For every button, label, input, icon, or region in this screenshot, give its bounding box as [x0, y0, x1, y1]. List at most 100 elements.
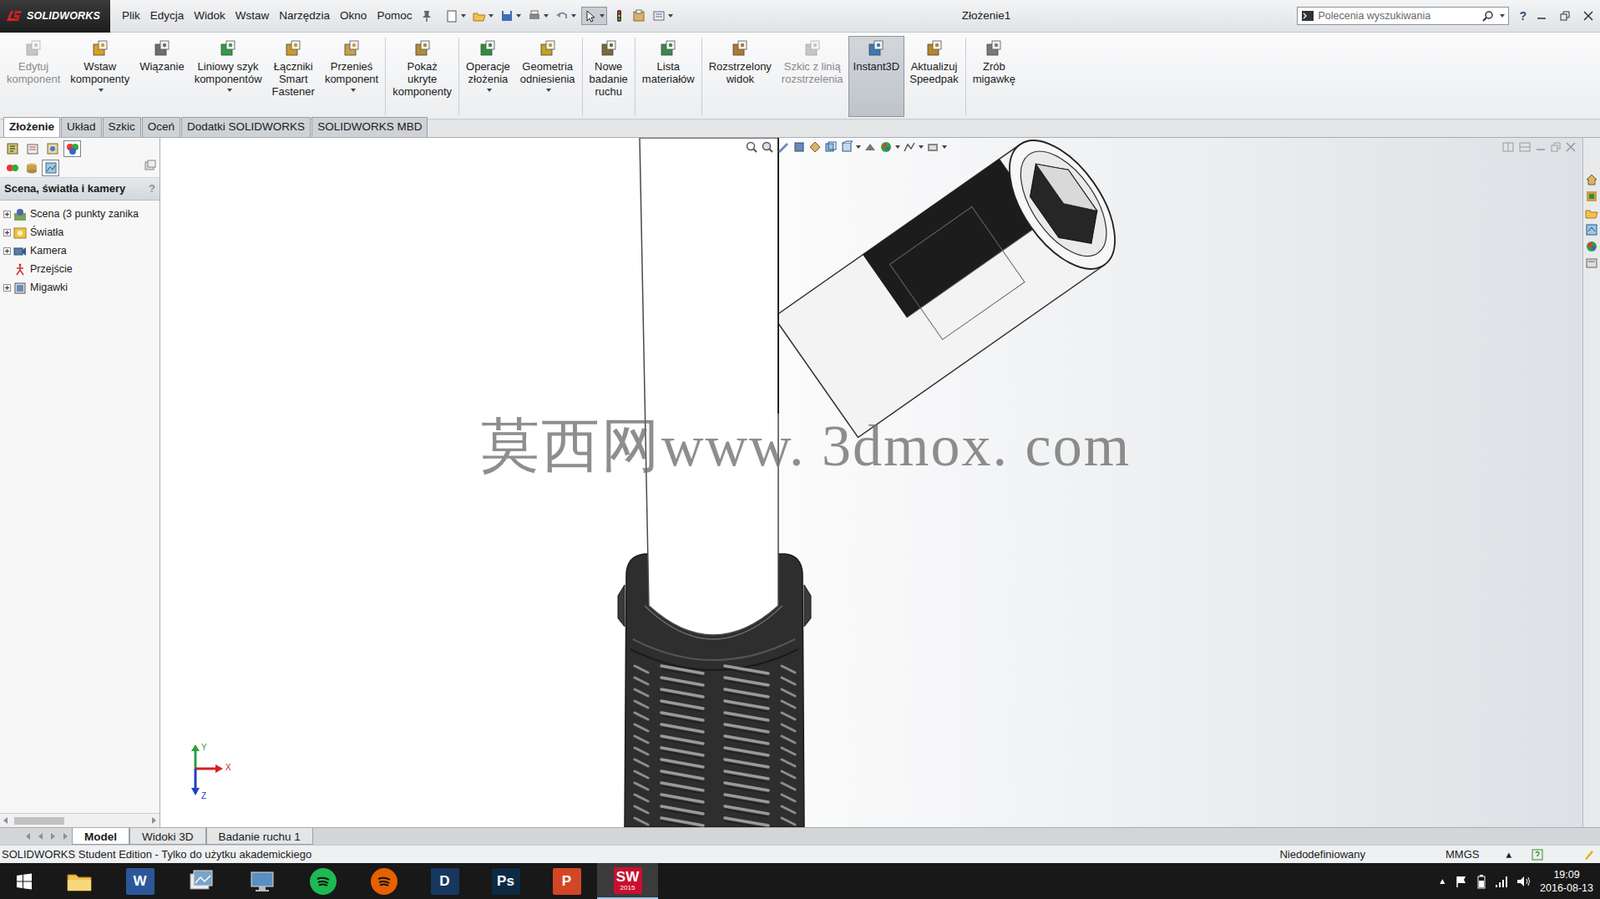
menu-item[interactable]: Narzędzia: [273, 5, 335, 26]
tab-scroll-arrow[interactable]: [59, 827, 72, 845]
tree-item[interactable]: Światła: [0, 223, 160, 243]
task-pane-icon[interactable]: [1584, 256, 1599, 270]
close-icon[interactable]: [1583, 10, 1594, 21]
taskbar-app[interactable]: [231, 862, 293, 899]
toolbar-button[interactable]: [470, 7, 496, 25]
search-box[interactable]: [1296, 6, 1509, 26]
ribbon-button[interactable]: Przenieśkomponent: [319, 35, 384, 117]
ribbon-button[interactable]: AktualizujSpeedpak: [904, 35, 964, 117]
taskbar-app[interactable]: W: [109, 862, 171, 899]
taskbar-app[interactable]: P: [536, 862, 598, 899]
taskbar-app[interactable]: [353, 862, 415, 899]
command-tab[interactable]: Złożenie: [3, 116, 61, 137]
horizontal-scrollbar[interactable]: [0, 812, 160, 827]
battery-icon[interactable]: [1476, 873, 1487, 889]
split-view-icon[interactable]: [1502, 141, 1514, 152]
view-tool-button[interactable]: [824, 140, 838, 154]
view-tool-button[interactable]: [926, 140, 947, 154]
toolbar-button[interactable]: [526, 7, 551, 25]
viewport-restore-icon[interactable]: [1550, 141, 1561, 152]
view-tool-button[interactable]: [840, 140, 861, 154]
units-arrow[interactable]: ▴: [1505, 845, 1512, 863]
search-input[interactable]: [1317, 8, 1479, 25]
status-help-icon[interactable]: [1531, 848, 1544, 861]
taskbar-app[interactable]: [48, 862, 110, 899]
tube-part[interactable]: [639, 137, 783, 639]
view-tool-button[interactable]: [776, 140, 790, 154]
action-center-flag-icon[interactable]: [1454, 874, 1469, 888]
tab-scroll-arrow[interactable]: [34, 827, 47, 845]
tree-item[interactable]: Scena (3 punkty zanika: [0, 205, 160, 224]
socket-part[interactable]: [774, 137, 1137, 438]
panel-filter[interactable]: [22, 159, 41, 177]
menu-item[interactable]: Pomoc: [371, 5, 417, 26]
minimize-icon[interactable]: [1536, 10, 1547, 21]
expand-toggle[interactable]: [3, 210, 11, 218]
model-tab[interactable]: Badanie ruchu 1: [206, 827, 314, 845]
start-button[interactable]: [0, 862, 49, 899]
clock[interactable]: 19:092016-08-13: [1539, 867, 1594, 895]
panel-tab[interactable]: [3, 140, 21, 157]
expand-toggle[interactable]: [3, 247, 11, 255]
dropdown-arrow[interactable]: [486, 88, 492, 92]
command-tab[interactable]: Szkic: [102, 116, 142, 137]
menu-item[interactable]: Plik: [116, 5, 146, 26]
view-tool-button[interactable]: [902, 140, 924, 154]
task-pane-icon[interactable]: [1584, 172, 1599, 187]
ribbon-button[interactable]: Listamateriałów: [637, 35, 700, 117]
panel-tab[interactable]: [63, 140, 82, 157]
command-tab[interactable]: Dodatki SOLIDWORKS: [181, 116, 311, 137]
ribbon-button[interactable]: Nowebadanieruchu: [584, 35, 633, 117]
menu-item[interactable]: Widok: [188, 5, 231, 26]
dropdown-arrow[interactable]: [546, 88, 552, 92]
dropdown-arrow[interactable]: [350, 88, 356, 92]
units-selector[interactable]: MMGS▴: [1445, 845, 1512, 863]
ribbon-button[interactable]: Liniowy szykkomponentów: [189, 35, 268, 117]
taskbar-app[interactable]: D: [414, 862, 476, 899]
view-tool-button[interactable]: [792, 140, 806, 154]
toolbar-button[interactable]: [650, 7, 675, 25]
panel-tab[interactable]: [23, 140, 41, 157]
volume-icon[interactable]: [1516, 874, 1532, 888]
toolbar-button[interactable]: [630, 7, 648, 25]
tree-item[interactable]: Migawki: [0, 278, 160, 298]
dropdown-arrow[interactable]: [227, 88, 233, 92]
task-pane-icon[interactable]: [1584, 206, 1599, 220]
tree-item[interactable]: Kamera: [0, 242, 160, 261]
network-icon[interactable]: [1494, 874, 1509, 888]
toolbar-button[interactable]: [498, 7, 523, 25]
panel-filter[interactable]: [3, 159, 21, 177]
task-pane-icon[interactable]: [1584, 189, 1599, 203]
expand-toggle[interactable]: [3, 283, 11, 292]
toolbar-button[interactable]: [581, 6, 608, 26]
model-tab[interactable]: Model: [71, 827, 130, 845]
tray-expand[interactable]: ▲: [1437, 874, 1447, 887]
ribbon-button[interactable]: Operacjezłożenia: [460, 35, 516, 117]
command-tab[interactable]: Układ: [60, 116, 102, 137]
magnifier-icon[interactable]: [1482, 10, 1494, 22]
model-tab[interactable]: Widoki 3D: [129, 827, 207, 845]
ribbon-button[interactable]: Wstawkomponenty: [65, 35, 135, 117]
view-tool-button[interactable]: [879, 140, 901, 154]
toolbar-button[interactable]: [553, 7, 578, 25]
restore-icon[interactable]: [1559, 10, 1570, 21]
ribbon-button[interactable]: Zróbmigawkę: [967, 35, 1021, 117]
ribbon-button[interactable]: Instant3D: [848, 35, 906, 117]
dropdown-arrow[interactable]: [98, 88, 104, 92]
tree-item[interactable]: Przejście: [0, 260, 160, 279]
collapse-panel-icon[interactable]: [144, 159, 157, 172]
taskbar-app[interactable]: SW2015: [597, 862, 659, 899]
brand-logo[interactable]: SOLIDWORKS: [0, 0, 111, 33]
toolbar-button[interactable]: [443, 7, 468, 25]
pin-icon[interactable]: [420, 9, 434, 23]
menu-item[interactable]: Wstaw: [230, 5, 275, 26]
expand-toggle[interactable]: [3, 228, 11, 237]
task-pane-icon[interactable]: [1584, 239, 1599, 254]
view-tool-button[interactable]: [744, 140, 759, 154]
command-tab[interactable]: Oceń: [141, 116, 181, 137]
viewport-minimize-icon[interactable]: [1535, 141, 1546, 152]
menu-item[interactable]: Edycja: [145, 5, 190, 26]
ribbon-button[interactable]: Geometriaodniesienia: [515, 35, 581, 117]
ribbon-button[interactable]: Pokażukrytekomponenty: [387, 35, 457, 117]
tab-scroll-arrow[interactable]: [21, 827, 35, 845]
